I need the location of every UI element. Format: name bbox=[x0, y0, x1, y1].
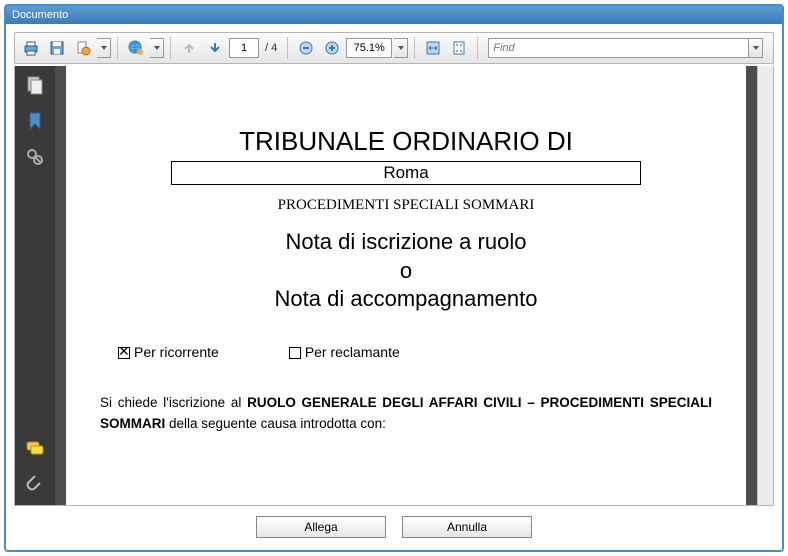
doc-title: TRIBUNALE ORDINARIO DI bbox=[100, 126, 712, 157]
vertical-scrollbar[interactable] bbox=[757, 66, 773, 505]
pdf-page: TRIBUNALE ORDINARIO DI Roma PROCEDIMENTI… bbox=[66, 66, 746, 505]
comments-panel-icon[interactable] bbox=[24, 437, 46, 459]
attachments-panel-icon[interactable] bbox=[24, 473, 46, 495]
doc-body: Si chiede l'iscrizione al RUOLO GENERALE… bbox=[100, 392, 712, 435]
zoom-input[interactable] bbox=[346, 38, 392, 58]
mail-button[interactable] bbox=[124, 36, 148, 60]
window-title: Documento bbox=[12, 9, 68, 21]
bookmarks-panel-icon[interactable] bbox=[24, 110, 46, 132]
document-pane[interactable]: TRIBUNALE ORDINARIO DI Roma PROCEDIMENTI… bbox=[55, 66, 757, 505]
separator bbox=[414, 37, 415, 59]
pdf-viewer: TRIBUNALE ORDINARIO DI Roma PROCEDIMENTI… bbox=[14, 66, 774, 506]
export-button[interactable] bbox=[71, 36, 95, 60]
next-page-button[interactable] bbox=[203, 36, 227, 60]
checkbox-icon bbox=[118, 347, 130, 359]
find-dropdown[interactable] bbox=[749, 38, 763, 58]
window-content: / 4 bbox=[6, 24, 782, 550]
cancel-button[interactable]: Annulla bbox=[402, 516, 532, 538]
zoom-dropdown[interactable] bbox=[394, 38, 408, 58]
save-button[interactable] bbox=[45, 36, 69, 60]
print-button[interactable] bbox=[19, 36, 43, 60]
export-dropdown[interactable] bbox=[97, 38, 111, 58]
page-number-input[interactable] bbox=[229, 38, 259, 58]
doc-heading: Nota di iscrizione a ruolo o Nota di acc… bbox=[100, 228, 712, 314]
checkbox-icon bbox=[289, 347, 301, 359]
find-container bbox=[488, 38, 763, 58]
checkbox-reclamante[interactable]: Per reclamante bbox=[289, 344, 400, 360]
doc-subtitle: PROCEDIMENTI SPECIALI SOMMARI bbox=[100, 197, 712, 214]
attach-button[interactable]: Allega bbox=[256, 516, 386, 538]
dialog-footer: Allega Annulla bbox=[14, 506, 774, 542]
city-field[interactable]: Roma bbox=[171, 161, 641, 185]
zoom-in-button[interactable] bbox=[320, 36, 344, 60]
pdf-sidebar bbox=[15, 66, 55, 505]
pdf-toolbar: / 4 bbox=[14, 32, 774, 64]
prev-page-button bbox=[177, 36, 201, 60]
fit-width-button[interactable] bbox=[421, 36, 445, 60]
fit-page-button[interactable] bbox=[447, 36, 471, 60]
checkbox-row: Per ricorrente Per reclamante bbox=[100, 344, 712, 360]
separator bbox=[170, 37, 171, 59]
checkbox-ricorrente[interactable]: Per ricorrente bbox=[118, 344, 219, 360]
separator bbox=[477, 37, 478, 59]
window-titlebar[interactable]: Documento bbox=[6, 6, 782, 24]
window: Documento bbox=[4, 4, 784, 552]
separator bbox=[117, 37, 118, 59]
find-input[interactable] bbox=[488, 38, 749, 58]
page-total-label: / 4 bbox=[261, 42, 281, 54]
zoom-out-button[interactable] bbox=[294, 36, 318, 60]
search-panel-icon[interactable] bbox=[24, 146, 46, 168]
separator bbox=[287, 37, 288, 59]
mail-dropdown[interactable] bbox=[150, 38, 164, 58]
pages-panel-icon[interactable] bbox=[24, 74, 46, 96]
